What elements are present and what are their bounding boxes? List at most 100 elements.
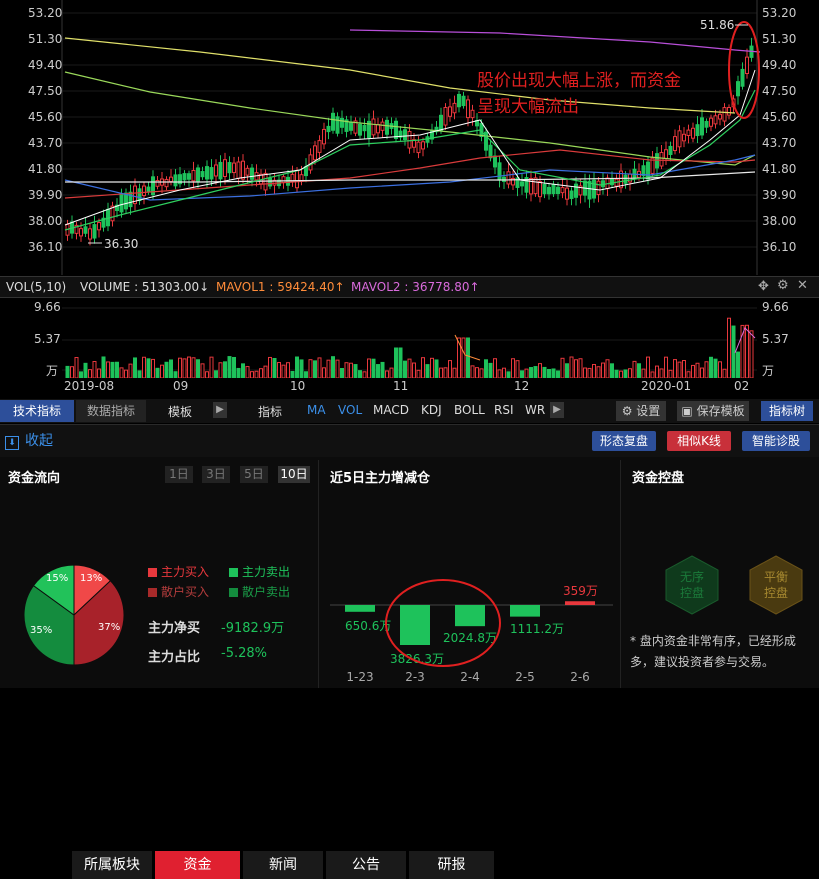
volume-bar [479,368,484,378]
candle-body [403,129,407,141]
collapse-button[interactable]: ⬇ 收起 [5,430,53,450]
period-3d[interactable]: 3日 [202,466,230,483]
volume-bar [187,356,191,378]
indicator-label: 指标 [258,405,283,419]
tab-news[interactable]: 新闻 [243,851,323,879]
candle-body [452,102,457,114]
settings-button[interactable]: ⚙ 设置 [616,401,666,421]
volume-bar [439,367,443,378]
volume-bar [718,361,722,378]
volume-bar [493,358,497,378]
smart-diagnosis-button[interactable]: 智能诊股 [742,431,810,451]
tab-data-indicators[interactable]: 数据指标 [76,400,146,422]
candle-body [677,130,682,148]
price-tick-label: 49.40 [762,58,797,72]
candle-body [704,120,709,128]
vol-axis-mid-right: 5.37 [762,332,789,346]
volume-bar [385,370,389,378]
volume-bar [281,364,286,378]
volume-bar [389,367,394,378]
date-label: 2019-08 [64,379,115,393]
close-icon[interactable]: ✕ [797,278,808,293]
candle-body [673,136,677,152]
tab-research[interactable]: 研报 [409,851,494,879]
candle-body [686,129,691,136]
volume-bar [398,347,403,378]
legend-main-buy: 主力买入 [148,563,209,580]
volume-bar [488,362,493,378]
tab-announcements[interactable]: 公告 [326,851,406,879]
net-flow-bar [345,605,375,612]
volume-bar [443,367,448,378]
volume-bar [151,358,155,378]
volume-bar [695,362,700,378]
legend-main-sell: 主力卖出 [229,563,290,580]
volume-bar [259,368,263,378]
indicator-kdj[interactable]: KDJ [421,403,442,417]
volume-bar [623,369,628,378]
indicator-vol[interactable]: VOL [338,403,362,417]
volume-bar [664,356,668,378]
indicator-tree-button[interactable]: 指标树 [761,401,813,421]
volume-bar [308,359,313,378]
period-5d[interactable]: 5日 [240,466,268,483]
net-flow-bar [510,605,540,617]
price-tick-label: 41.80 [28,162,63,176]
price-tick-label: 47.50 [28,84,63,98]
candle-body [659,152,664,167]
volume-bar [560,357,565,378]
volume-bar [619,370,623,378]
indicator-rsi[interactable]: RSI [494,403,514,417]
vol-indicator-name: VOL(5,10) [6,280,67,294]
candle-body [551,184,556,195]
gear-icon[interactable]: ⚙ [777,278,789,293]
move-icon[interactable]: ✥ [758,279,769,294]
template-next-icon[interactable]: ▶ [213,402,227,418]
volume-bar [556,370,560,378]
net-flow-value: 1111.2万 [510,622,564,636]
volume-bar [182,358,187,378]
volume-bar [70,366,74,378]
volume-bar [524,368,529,378]
indicator-next-icon[interactable]: ▶ [550,402,564,418]
save-template-button[interactable]: ▣ 保存模板 [677,401,749,421]
volume-bar [475,367,479,378]
candle-body [340,117,344,128]
period-1d[interactable]: 1日 [165,466,193,483]
volume-bar [673,359,677,378]
volume-bar [115,361,119,378]
pattern-review-button[interactable]: 形态复盘 [592,431,656,451]
candle-body [232,162,236,174]
candle-body [142,185,146,197]
volume-bar [403,360,407,378]
tab-tech-indicators[interactable]: 技术指标 [0,400,74,422]
tab-funds[interactable]: 资金 [155,851,240,879]
similar-kline-button[interactable]: 相似K线 [667,431,731,451]
indicator-bar: 技术指标 数据指标 模板 ▶ 指标 MA VOL MACD KDJ BOLL R… [0,399,819,423]
volume-bar [632,360,637,378]
price-chart[interactable]: 股价出现大幅上涨，而资金 呈现大幅流出 51.86 36.30 [0,0,819,275]
fund-pie-chart: 15% 13% 35% 37% [23,564,125,666]
volume-bar [430,357,434,378]
candle-body [736,81,740,97]
indicator-wr[interactable]: WR [525,403,545,417]
volume-bar [574,359,578,378]
period-10d[interactable]: 10日 [278,466,310,483]
tab-sector[interactable]: 所属板块 [72,851,152,879]
candle-body [448,106,452,117]
volume-bar [97,368,101,378]
settings-label: 设置 [636,404,661,418]
volume-bar [227,356,232,378]
net-flow-date: 2-5 [515,670,535,684]
indicator-macd[interactable]: MACD [373,403,409,417]
indicator-ma[interactable]: MA [307,403,326,417]
volume-bar [340,368,344,378]
volume-bar [547,368,551,378]
vol-axis-max-left: 9.66 [34,300,61,314]
fund-flow-title: 资金流向 [8,471,61,486]
indicator-boll[interactable]: BOLL [454,403,485,417]
volume-bar [569,356,574,378]
volume-bar [124,369,128,378]
pie-label: 35% [30,625,52,636]
volume-chart[interactable] [0,298,819,378]
